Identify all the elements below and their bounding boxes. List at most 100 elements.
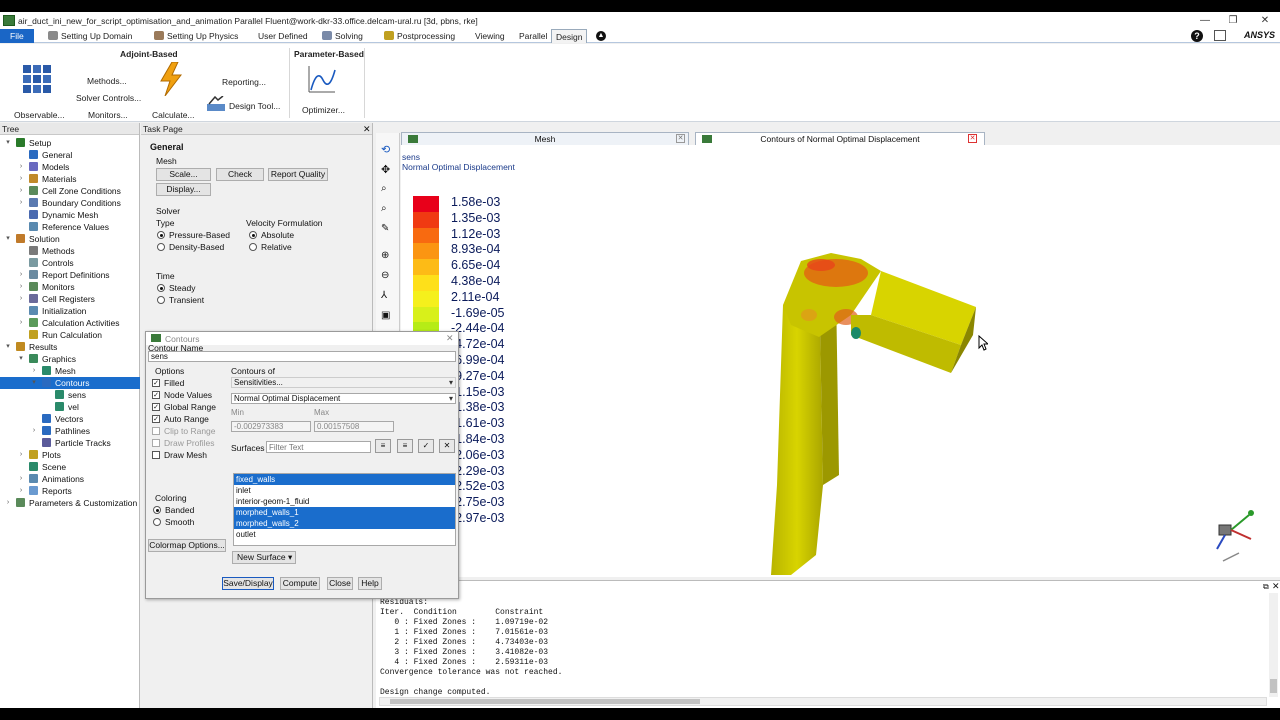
tree-item[interactable]: › Parameters & Customization (0, 497, 140, 509)
collapse-ribbon-icon[interactable]: ▲ (596, 31, 606, 41)
surface-item[interactable]: outlet (234, 529, 455, 540)
tree-item[interactable]: Run Calculation (0, 329, 140, 341)
tree-item[interactable]: General (0, 149, 140, 161)
zoom-in-icon[interactable]: ⊕ (381, 250, 389, 261)
tab-parallel[interactable]: Parallel (515, 29, 551, 43)
tree-item[interactable]: sens (0, 389, 140, 401)
tree-item[interactable]: Scene (0, 461, 140, 473)
help-button[interactable]: Help (358, 577, 382, 590)
surface-filter-input[interactable] (266, 441, 371, 453)
expand-chevron-icon[interactable]: ▾ (4, 341, 12, 353)
close-tab-icon[interactable]: ✕ (676, 134, 685, 143)
observable-icon[interactable] (22, 64, 52, 94)
rotate-icon[interactable]: ⟲ (381, 143, 390, 156)
close-tab-icon[interactable]: ✕ (968, 134, 977, 143)
zoom-box-icon[interactable]: ⌕ (381, 203, 387, 214)
expand-chevron-icon[interactable]: › (17, 173, 25, 185)
expand-chevron-icon[interactable]: › (30, 365, 38, 377)
tree-item[interactable]: ▾ Contours (0, 377, 140, 389)
scale-button[interactable]: Scale... (156, 168, 211, 181)
tree-item[interactable]: › Models (0, 161, 140, 173)
contour-name-input[interactable]: sens (148, 351, 456, 362)
relative-radio[interactable] (249, 243, 257, 251)
expand-chevron-icon[interactable]: › (30, 425, 38, 437)
select-all-icon[interactable]: ≡ (375, 439, 391, 453)
surface-item[interactable]: inlet (234, 485, 455, 496)
check-button[interactable]: Check (216, 168, 264, 181)
tree-item[interactable]: › Boundary Conditions (0, 197, 140, 209)
tree-item[interactable]: Dynamic Mesh (0, 209, 140, 221)
console-vscrollbar[interactable] (1269, 593, 1278, 697)
surfaces-list[interactable]: fixed_walls inlet interior-geom-1_fluid … (233, 473, 456, 546)
variable-select[interactable]: Normal Optimal Displacement (231, 393, 456, 404)
help-icon[interactable]: ? (1191, 30, 1203, 42)
pan-icon[interactable]: ✥ (381, 163, 390, 176)
float-console-icon[interactable]: ⧉ (1263, 582, 1269, 592)
zoom-icon[interactable]: ⌕ (381, 183, 387, 194)
deselect-all-icon[interactable]: ≡ (397, 439, 413, 453)
tree-item[interactable]: › Report Definitions (0, 269, 140, 281)
zoom-out-icon[interactable]: ⊖ (381, 270, 389, 281)
tree-item[interactable]: › Plots (0, 449, 140, 461)
close-button[interactable]: Close (327, 577, 353, 590)
screenshot-icon[interactable]: ▣ (381, 310, 390, 321)
expand-chevron-icon[interactable]: › (17, 449, 25, 461)
calculate-button[interactable]: Calculate... (152, 110, 195, 120)
tree-item[interactable]: › Animations (0, 473, 140, 485)
colormap-options-button[interactable]: Colormap Options... (148, 539, 226, 552)
tree-item[interactable]: ▾ Solution (0, 233, 140, 245)
global-range-checkbox[interactable]: ✓ (152, 403, 160, 411)
tree-item[interactable]: Particle Tracks (0, 437, 140, 449)
observable-button[interactable]: Observable... (14, 110, 65, 120)
optimizer-button[interactable]: Optimizer... (302, 105, 345, 115)
console-vscroll-thumb[interactable] (1270, 679, 1277, 693)
expand-chevron-icon[interactable]: › (17, 197, 25, 209)
methods-button[interactable]: Methods... (87, 76, 127, 86)
expand-chevron-icon[interactable]: › (17, 161, 25, 173)
surface-item[interactable]: interior-geom-1_fluid (234, 496, 455, 507)
tab-solving[interactable]: Solving (318, 29, 367, 43)
tree-item[interactable]: › Cell Zone Conditions (0, 185, 140, 197)
graphics-viewport[interactable]: sens Normal Optimal Displacement 1.58e-0… (401, 145, 1280, 577)
console-scroll-thumb[interactable] (390, 699, 700, 704)
tab-design[interactable]: Design (551, 29, 588, 43)
console-panel[interactable]: ⧉ ✕ Residuals: Iter. Condition Constrain… (376, 580, 1280, 708)
reporting-button[interactable]: Reporting... (222, 77, 266, 87)
expand-chevron-icon[interactable]: › (17, 281, 25, 293)
tree-item[interactable]: ▾ Setup (0, 137, 140, 149)
expand-chevron-icon[interactable]: › (17, 185, 25, 197)
min-field[interactable]: -0.002973383 (231, 421, 311, 432)
restore-button[interactable]: ❐ (1218, 12, 1248, 29)
contours-of-select[interactable]: Sensitivities... (231, 377, 456, 388)
new-surface-dropdown[interactable]: New Surface ▾ (232, 551, 296, 564)
absolute-radio[interactable] (249, 231, 257, 239)
tab-setting-up-physics[interactable]: Setting Up Physics (150, 29, 242, 43)
tab-viewing[interactable]: Viewing (471, 29, 509, 43)
dialog-close-icon[interactable]: ✕ (446, 333, 454, 344)
tab-user-defined[interactable]: User Defined (254, 29, 312, 43)
tree-item[interactable]: › Pathlines (0, 425, 140, 437)
layout-icon[interactable] (1214, 30, 1226, 41)
close-window-button[interactable]: ✕ (1250, 12, 1280, 29)
tree-item[interactable]: Initialization (0, 305, 140, 317)
expand-chevron-icon[interactable]: › (4, 497, 12, 509)
pressure-based-radio[interactable] (157, 231, 165, 239)
expand-chevron-icon[interactable]: › (17, 485, 25, 497)
tree-item[interactable]: › Mesh (0, 365, 140, 377)
tree-item[interactable]: Controls (0, 257, 140, 269)
expand-chevron-icon[interactable]: › (17, 317, 25, 329)
banded-radio[interactable] (153, 506, 161, 514)
tree-item[interactable]: Methods (0, 245, 140, 257)
tab-postprocessing[interactable]: Postprocessing (380, 29, 459, 43)
display-button[interactable]: Display... (156, 183, 211, 196)
tree-item[interactable]: Reference Values (0, 221, 140, 233)
tree-item[interactable]: › Materials (0, 173, 140, 185)
tab-file[interactable]: File (0, 29, 34, 43)
auto-range-checkbox[interactable]: ✓ (152, 415, 160, 423)
close-console-icon[interactable]: ✕ (1272, 581, 1280, 592)
expand-chevron-icon[interactable]: ▾ (4, 137, 12, 149)
tree-item[interactable]: ▾ Results (0, 341, 140, 353)
surface-item[interactable]: morphed_walls_2 (234, 518, 455, 529)
surface-item[interactable]: fixed_walls (234, 474, 455, 485)
clear-filter-icon[interactable]: ✕ (439, 439, 455, 453)
